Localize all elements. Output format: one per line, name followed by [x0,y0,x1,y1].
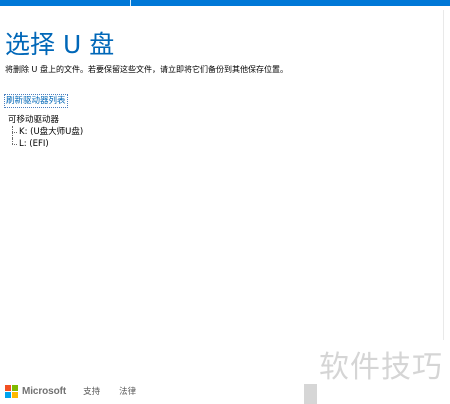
footer: Microsoft 支持 法律 [5,383,136,399]
logo-square-yellow [12,391,18,398]
logo-square-red [5,384,11,391]
tree-connector [12,144,17,145]
drive-item-l[interactable]: L: (EFI) [8,138,83,150]
page-title: 选择 U 盘 [5,30,115,59]
top-accent-bar [0,0,450,6]
removable-drives-label: 可移动驱动器 [8,115,60,125]
drive-item-label: K: (U盘大师U盘) [19,127,84,137]
microsoft-wordmark: Microsoft [22,385,67,397]
refresh-drive-list-link[interactable]: 刷新驱动器列表 [4,94,68,108]
microsoft-logo-icon [5,384,18,398]
logo-square-blue [5,391,11,398]
window-edge-block [304,384,317,404]
logo-square-green [12,384,18,391]
drive-item-k[interactable]: K: (U盘大师U盘) [8,126,83,138]
watermark-text: 软件技巧 [319,350,443,385]
top-bar-mark [130,0,131,6]
drive-tree: 可移动驱动器 K: (U盘大师U盘) L: (EFI) [8,115,83,150]
scroll-edge [443,10,444,340]
support-link[interactable]: 支持 [83,385,100,397]
tree-connector [12,132,17,133]
drive-item-label: L: (EFI) [19,139,49,149]
page-subtitle: 将删除 U 盘上的文件。若要保留这些文件，请立即将它们备份到其他保存位置。 [5,65,288,74]
legal-link[interactable]: 法律 [119,385,136,397]
